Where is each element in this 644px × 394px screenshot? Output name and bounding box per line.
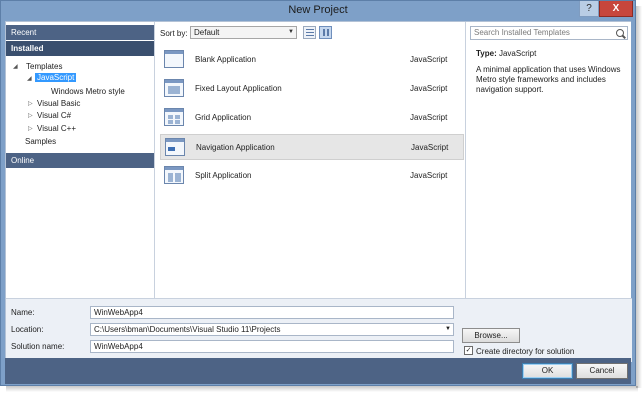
template-description: A minimal application that uses Windows …	[476, 65, 621, 94]
dialog-footer: OK Cancel	[5, 358, 631, 384]
collapsed-arrow-icon[interactable]: ▷	[28, 100, 33, 107]
template-language: JavaScript	[410, 113, 448, 122]
create-directory-checkbox[interactable]: ✓	[464, 346, 473, 355]
template-name: Fixed Layout Application	[195, 84, 282, 93]
template-item[interactable]: Fixed Layout Application JavaScript	[160, 76, 464, 102]
help-button[interactable]: ?	[579, 1, 599, 17]
fixed-layout-app-icon	[164, 79, 184, 97]
dialog-title: New Project	[288, 4, 348, 16]
template-item-selected[interactable]: Navigation Application JavaScript	[160, 134, 464, 160]
sort-by-label: Sort by:	[160, 29, 188, 38]
name-field[interactable]: WinWebApp4	[90, 306, 454, 319]
search-installed-templates-input[interactable]: Search Installed Templates	[470, 26, 628, 40]
close-button[interactable]: X	[599, 1, 633, 17]
browse-button[interactable]: Browse...	[462, 328, 520, 343]
location-label: Location:	[11, 325, 44, 334]
template-category-tree: Recent Installed ◢ Templates ◢ JavaScrip…	[6, 22, 155, 298]
chevron-down-icon: ▼	[288, 29, 294, 35]
grid-app-icon	[164, 108, 184, 126]
location-dropdown[interactable]: C:\Users\bman\Documents\Visual Studio 11…	[90, 323, 454, 336]
dialog-body: Recent Installed ◢ Templates ◢ JavaScrip…	[5, 21, 632, 367]
template-type: Type: JavaScript	[476, 49, 536, 58]
split-app-icon	[164, 166, 184, 184]
tree-item-visual-basic[interactable]: Visual Basic	[37, 99, 80, 108]
tree-item-visual-csharp[interactable]: Visual C#	[37, 111, 71, 120]
tree-item-templates[interactable]: Templates	[26, 62, 62, 71]
template-item[interactable]: Blank Application JavaScript	[160, 47, 464, 73]
list-view-icon	[306, 29, 314, 36]
solution-name-field[interactable]: WinWebApp4	[90, 340, 454, 353]
template-language: JavaScript	[410, 84, 448, 93]
window-shadow	[636, 6, 642, 388]
list-view-button[interactable]	[303, 26, 316, 39]
expanded-arrow-icon[interactable]: ◢	[27, 75, 32, 82]
nav-online[interactable]: Online	[6, 153, 154, 168]
template-language: JavaScript	[410, 55, 448, 64]
sort-by-dropdown[interactable]: Default ▼	[190, 26, 297, 39]
type-label: Type:	[476, 49, 497, 58]
template-name: Blank Application	[195, 55, 256, 64]
search-icon[interactable]	[616, 29, 624, 37]
search-placeholder: Search Installed Templates	[474, 28, 570, 37]
template-name: Navigation Application	[196, 143, 275, 152]
template-name: Grid Application	[195, 113, 252, 122]
navigation-app-icon	[165, 138, 185, 156]
columns-view-icon	[323, 29, 329, 36]
template-item[interactable]: Grid Application JavaScript	[160, 105, 464, 131]
sort-by-value: Default	[194, 28, 220, 37]
template-details-pane: Search Installed Templates Type: JavaScr…	[467, 22, 631, 298]
solution-name-label: Solution name:	[11, 342, 65, 351]
template-name: Split Application	[195, 171, 252, 180]
collapsed-arrow-icon[interactable]: ▷	[28, 125, 33, 132]
cancel-button[interactable]: Cancel	[576, 363, 628, 379]
type-value: JavaScript	[498, 49, 537, 58]
collapsed-arrow-icon[interactable]: ▷	[28, 112, 33, 119]
tree-item-visual-cpp[interactable]: Visual C++	[37, 124, 76, 133]
template-language: JavaScript	[411, 143, 449, 152]
name-label: Name:	[11, 308, 35, 317]
chevron-down-icon: ▼	[445, 326, 451, 332]
template-list-pane: Sort by: Default ▼ Blank Application Jav…	[156, 22, 466, 298]
nav-installed[interactable]: Installed	[6, 41, 154, 56]
tree-item-javascript[interactable]: JavaScript	[35, 73, 77, 82]
location-value: C:\Users\bman\Documents\Visual Studio 11…	[94, 325, 281, 334]
nav-recent[interactable]: Recent	[6, 25, 154, 40]
template-language: JavaScript	[410, 171, 448, 180]
tree-item-samples[interactable]: Samples	[25, 137, 56, 146]
new-project-dialog: New Project ? X Recent Installed ◢ Templ…	[0, 0, 636, 386]
tree-item-windows-metro-style[interactable]: Windows Metro style	[51, 87, 125, 96]
window-shadow	[6, 386, 638, 392]
template-item[interactable]: Split Application JavaScript	[160, 163, 464, 189]
ok-button[interactable]: OK	[522, 363, 573, 379]
title-bar[interactable]: New Project ? X	[1, 1, 635, 21]
expanded-arrow-icon[interactable]: ◢	[13, 63, 18, 70]
medium-icons-view-button[interactable]	[319, 26, 332, 39]
create-directory-label[interactable]: Create directory for solution	[476, 347, 574, 356]
blank-app-icon	[164, 50, 184, 68]
